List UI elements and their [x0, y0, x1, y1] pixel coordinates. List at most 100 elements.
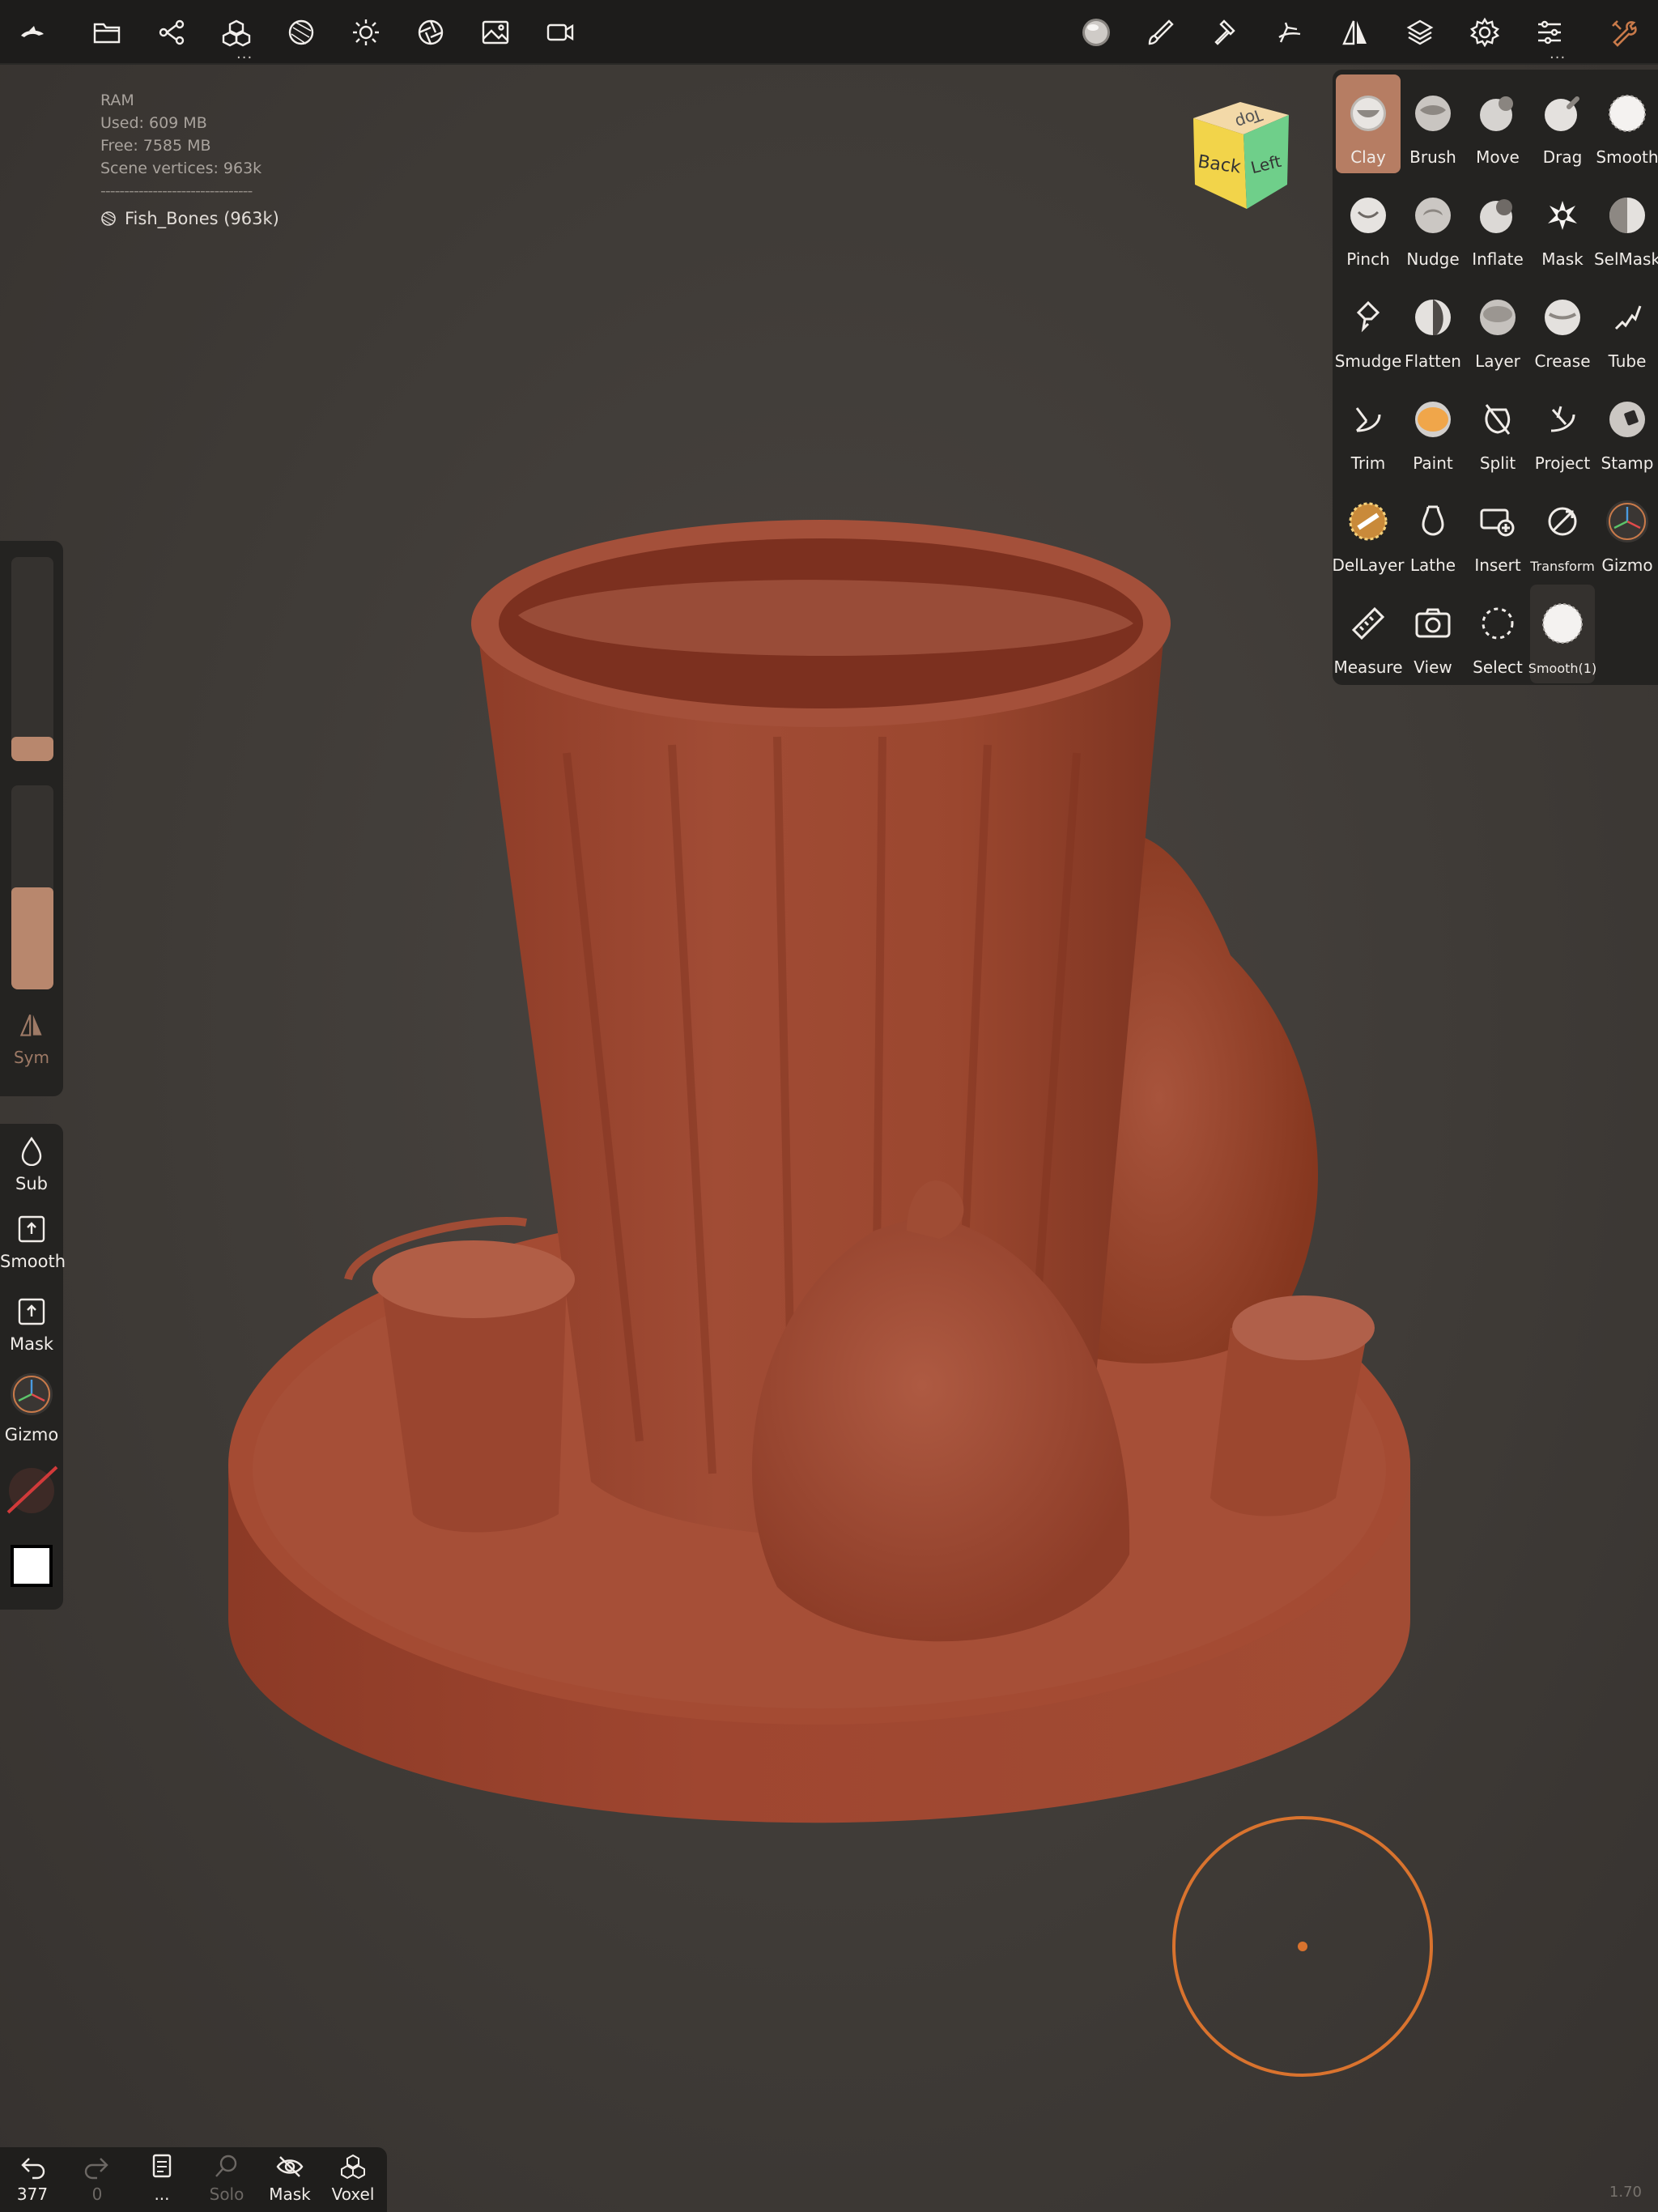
- settings-icon[interactable]: [1464, 11, 1506, 53]
- tool-label: Select: [1473, 657, 1523, 677]
- tool-smooth[interactable]: Smooth: [1595, 74, 1658, 173]
- mask-visibility-label: Mask: [269, 2184, 311, 2204]
- tool-clay[interactable]: Clay: [1336, 74, 1401, 173]
- tool-dellayer[interactable]: DelLayer: [1332, 483, 1405, 581]
- mask-visibility-button[interactable]: Mask: [259, 2152, 321, 2204]
- zoom-level: 1.70: [1609, 2184, 1642, 2201]
- tool-flatten[interactable]: Flatten: [1401, 279, 1465, 377]
- tool-move[interactable]: Move: [1465, 74, 1530, 173]
- history-list-icon: [152, 2154, 172, 2178]
- view-cube[interactable]: Top Back Left: [1182, 96, 1303, 217]
- tool-pinch[interactable]: Pinch: [1336, 177, 1401, 275]
- tool-project[interactable]: Project: [1530, 381, 1595, 479]
- tool-label: Drag: [1542, 147, 1583, 167]
- move-icon: [1475, 91, 1520, 136]
- undo-button[interactable]: 377: [2, 2152, 63, 2204]
- tool-split[interactable]: Split: [1465, 381, 1530, 479]
- gizmo-icon: [1605, 499, 1650, 544]
- symmetry-icon[interactable]: [1334, 11, 1376, 53]
- background-image-icon[interactable]: [474, 11, 517, 53]
- sub-toggle[interactable]: Sub: [0, 1135, 63, 1193]
- mask-shortcut[interactable]: Mask: [0, 1297, 63, 1354]
- tool-gizmo[interactable]: Gizmo: [1595, 483, 1658, 581]
- tool-label: Split: [1479, 453, 1516, 473]
- insert-icon: [1475, 499, 1520, 544]
- tool-crease[interactable]: Crease: [1530, 279, 1595, 377]
- voxel-button[interactable]: Voxel: [322, 2152, 384, 2204]
- symmetry-label: Sym: [13, 1048, 49, 1067]
- stats-divider: --------------------------------: [100, 182, 253, 200]
- tool-smooth1[interactable]: Smooth(1): [1528, 585, 1596, 683]
- tools-wrench-icon[interactable]: [1603, 11, 1645, 53]
- solo-button[interactable]: Solo: [196, 2152, 257, 2204]
- history-button[interactable]: ...: [131, 2152, 193, 2204]
- tool-label: DelLayer: [1332, 555, 1405, 575]
- tool-inflate[interactable]: Inflate: [1465, 177, 1530, 275]
- tool-layer[interactable]: Layer: [1465, 279, 1530, 377]
- flatten-icon: [1410, 295, 1456, 340]
- material-preview-icon[interactable]: [1075, 11, 1117, 53]
- sub-label: Sub: [15, 1174, 48, 1193]
- folder-icon[interactable]: [86, 11, 128, 53]
- tool-brush[interactable]: Brush: [1401, 74, 1465, 173]
- tool-label: Flatten: [1405, 351, 1461, 371]
- tool-label: View: [1414, 657, 1452, 677]
- drag-icon: [1540, 91, 1585, 136]
- smooth-shortcut-label: Smooth: [0, 1252, 66, 1271]
- no-paint-icon: [6, 1465, 58, 1514]
- material-sphere-icon[interactable]: [280, 11, 322, 53]
- bottom-toolbar: 377 0 ... Solo Mask Voxel: [0, 2147, 387, 2212]
- tool-label: Stamp: [1601, 453, 1654, 473]
- tool-drag[interactable]: Drag: [1530, 74, 1595, 173]
- tool-lathe[interactable]: Lathe: [1401, 483, 1465, 581]
- app-logo-icon[interactable]: [11, 11, 53, 53]
- smooth-shortcut[interactable]: Smooth: [0, 1214, 66, 1271]
- scene-graph-icon[interactable]: [151, 11, 193, 53]
- layer-icon: [1475, 295, 1520, 340]
- tool-trim[interactable]: Trim: [1336, 381, 1401, 479]
- stroke-color-swatch[interactable]: [0, 1462, 63, 1522]
- gizmo-shortcut[interactable]: Gizmo: [0, 1372, 63, 1444]
- radius-slider-fill: [11, 736, 53, 761]
- tool-label: Nudge: [1406, 249, 1460, 269]
- tool-view[interactable]: View: [1401, 585, 1465, 683]
- light-icon[interactable]: [345, 11, 387, 53]
- hammer-icon[interactable]: [1205, 11, 1247, 53]
- shading-icon[interactable]: [410, 11, 452, 53]
- camera-video-icon[interactable]: [539, 11, 581, 53]
- tool-label: Crease: [1534, 351, 1591, 371]
- solo-label: Solo: [209, 2184, 244, 2204]
- tool-tube[interactable]: Tube: [1595, 279, 1658, 377]
- tool-selmask[interactable]: SelMask: [1594, 177, 1658, 275]
- ram-used: Used: 609 MB: [100, 114, 207, 132]
- tool-nudge[interactable]: Nudge: [1401, 177, 1465, 275]
- layers-icon[interactable]: [1399, 11, 1441, 53]
- mesh-entry[interactable]: Fish_Bones (963k): [100, 207, 279, 230]
- tool-stamp[interactable]: Stamp: [1595, 381, 1658, 479]
- tool-label: Trim: [1350, 453, 1386, 473]
- intensity-slider[interactable]: [11, 785, 53, 989]
- symmetry-toggle[interactable]: Sym: [0, 1010, 63, 1067]
- tool-mask[interactable]: Mask: [1530, 177, 1595, 275]
- tool-measure[interactable]: Measure: [1334, 585, 1403, 683]
- lathe-icon: [1410, 499, 1456, 544]
- hand-pose-icon[interactable]: [1269, 11, 1312, 53]
- radius-slider[interactable]: [11, 557, 53, 761]
- eye-hidden-icon: [276, 2156, 304, 2177]
- tool-smudge[interactable]: Smudge: [1335, 279, 1401, 377]
- tool-label: Clay: [1350, 147, 1386, 167]
- measure-ruler-icon: [1346, 601, 1391, 646]
- paint-color-swatch[interactable]: [0, 1542, 63, 1593]
- paint-brush-icon[interactable]: [1140, 11, 1182, 53]
- pinch-icon: [1346, 193, 1391, 238]
- undo-icon: [21, 2158, 45, 2180]
- brush-icon: [1410, 91, 1456, 136]
- mask-icon: [1540, 193, 1585, 238]
- tool-transform[interactable]: Transform: [1530, 483, 1595, 581]
- tool-paint[interactable]: Paint: [1401, 381, 1465, 479]
- redo-button[interactable]: 0: [66, 2152, 128, 2204]
- tool-select[interactable]: Select: [1465, 585, 1530, 683]
- ram-free: Free: 7585 MB: [100, 137, 211, 155]
- voxel-cubes-icon: [341, 2154, 365, 2180]
- tool-insert[interactable]: Insert: [1465, 483, 1530, 581]
